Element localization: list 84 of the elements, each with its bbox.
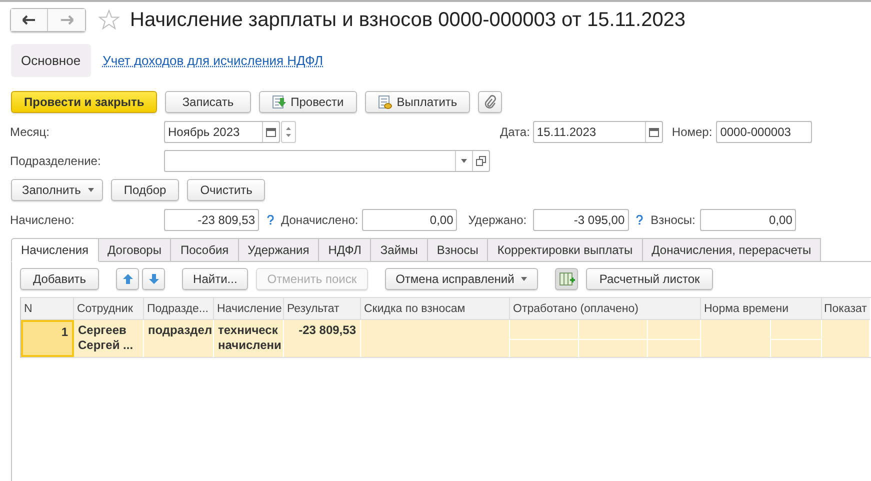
- back-arrow-icon: [22, 15, 36, 25]
- toolbar-button[interactable]: Выплатить: [364, 91, 470, 113]
- toolbar-button[interactable]: Записать: [165, 91, 251, 113]
- field-label: Взносы:: [650, 213, 696, 227]
- toolbar-button[interactable]: Отмена исправлений: [384, 268, 538, 290]
- table-cell: Сергеев Сергей ...: [74, 320, 144, 357]
- column-header[interactable]: Показат: [822, 298, 870, 320]
- amount-field[interactable]: 0,00: [700, 209, 796, 231]
- navigation-button-group[interactable]: [10, 8, 86, 32]
- tab[interactable]: Займы: [371, 238, 428, 262]
- window-title: Начисление зарплаты и взносов 0000-000003 от 15.11.2023: [130, 8, 686, 32]
- table-cell: [510, 338, 579, 357]
- column-header[interactable]: Норма времени: [701, 298, 822, 320]
- toolbar-button[interactable]: Добавить: [20, 268, 100, 290]
- help-icon: [636, 215, 644, 225]
- table-cell: 1: [21, 320, 74, 357]
- amount-field[interactable]: -23 809,53: [164, 209, 259, 231]
- table-cell: [771, 338, 822, 357]
- tab[interactable]: Взносы: [428, 238, 488, 262]
- star-icon[interactable]: [98, 9, 120, 31]
- field-label: Удержано:: [468, 213, 527, 227]
- section-link[interactable]: Основное: [11, 44, 91, 77]
- tab[interactable]: Пособия: [171, 238, 239, 262]
- forward-arrow-icon: [60, 15, 74, 25]
- back-button[interactable]: [11, 9, 48, 31]
- column-header[interactable]: Сотрудник: [74, 298, 144, 320]
- table-add-icon: [558, 271, 575, 287]
- attach-button[interactable]: [478, 91, 502, 113]
- fill-button[interactable]: Подбор: [110, 179, 180, 201]
- table-cell: [822, 320, 870, 357]
- toolbar-button[interactable]: Найти...: [182, 268, 248, 290]
- column-header[interactable]: Отработано (оплачено): [510, 298, 701, 320]
- field-label: Дата:: [500, 125, 530, 139]
- post-and-close-button[interactable]: Провести и закрыть: [11, 91, 158, 113]
- calendar-button[interactable]: [644, 122, 662, 142]
- field-label: Номер:: [672, 125, 712, 139]
- help-icon: [266, 215, 274, 225]
- field-label: Начислено:: [10, 213, 76, 227]
- table-cell: [579, 338, 648, 357]
- tab[interactable]: Начисления: [11, 238, 99, 262]
- table-cell: техническ начислени: [214, 320, 284, 357]
- column-header[interactable]: Результат: [284, 298, 361, 320]
- table-cell: -23 809,53: [284, 320, 361, 357]
- field-label: Подразделение:: [10, 154, 102, 168]
- calendar-icon: [266, 127, 276, 137]
- tab[interactable]: Удержания: [238, 238, 320, 262]
- column-header[interactable]: Подразде...: [144, 298, 214, 320]
- toolbar-button[interactable]: Провести: [258, 91, 357, 113]
- paperclip-icon: [484, 95, 496, 109]
- date-field[interactable]: 15.11.2023: [532, 121, 663, 143]
- tab[interactable]: НДФЛ: [319, 238, 372, 262]
- fill-button[interactable]: Очистить: [187, 179, 266, 201]
- column-header[interactable]: Скидка по взносам: [361, 298, 510, 320]
- dropdown-arrow-icon: [461, 159, 467, 163]
- table-cell: подраздел: [144, 320, 214, 357]
- open-window-icon: [476, 156, 486, 166]
- field-label: Доначислено:: [281, 213, 358, 227]
- column-header[interactable]: N: [21, 298, 74, 320]
- add-column-button[interactable]: [555, 268, 578, 290]
- month-field[interactable]: Ноябрь 2023: [164, 121, 280, 143]
- field-label: Месяц:: [10, 125, 51, 139]
- up-arrow-icon: [122, 273, 134, 285]
- fill-button[interactable]: Заполнить: [11, 179, 103, 201]
- department-field[interactable]: [164, 150, 490, 172]
- down-arrow-icon: [148, 273, 160, 285]
- table-cell: [648, 338, 701, 357]
- move-up-button[interactable]: [116, 268, 140, 290]
- amount-field[interactable]: -3 095,00: [532, 209, 629, 231]
- tab[interactable]: Корректировки выплаты: [488, 238, 643, 262]
- tab[interactable]: Доначисления, перерасчеты: [642, 238, 822, 262]
- tab[interactable]: Договоры: [98, 238, 172, 262]
- move-down-button[interactable]: [142, 268, 166, 290]
- column-header[interactable]: Начисление: [214, 298, 284, 320]
- amount-field[interactable]: 0,00: [362, 209, 458, 231]
- document-coins-icon: [378, 95, 392, 109]
- caret-icon: [521, 277, 528, 281]
- calendar-button[interactable]: [262, 122, 279, 142]
- spin-button[interactable]: [281, 121, 296, 143]
- number-field[interactable]: 0000-000003: [716, 121, 812, 143]
- toolbar-button[interactable]: Расчетный листок: [586, 268, 713, 290]
- section-link[interactable]: Учет доходов для исчисления НДФЛ: [102, 53, 324, 68]
- spin-arrows-icon: [286, 126, 291, 138]
- open-button[interactable]: [472, 151, 489, 171]
- calendar-icon: [648, 127, 659, 137]
